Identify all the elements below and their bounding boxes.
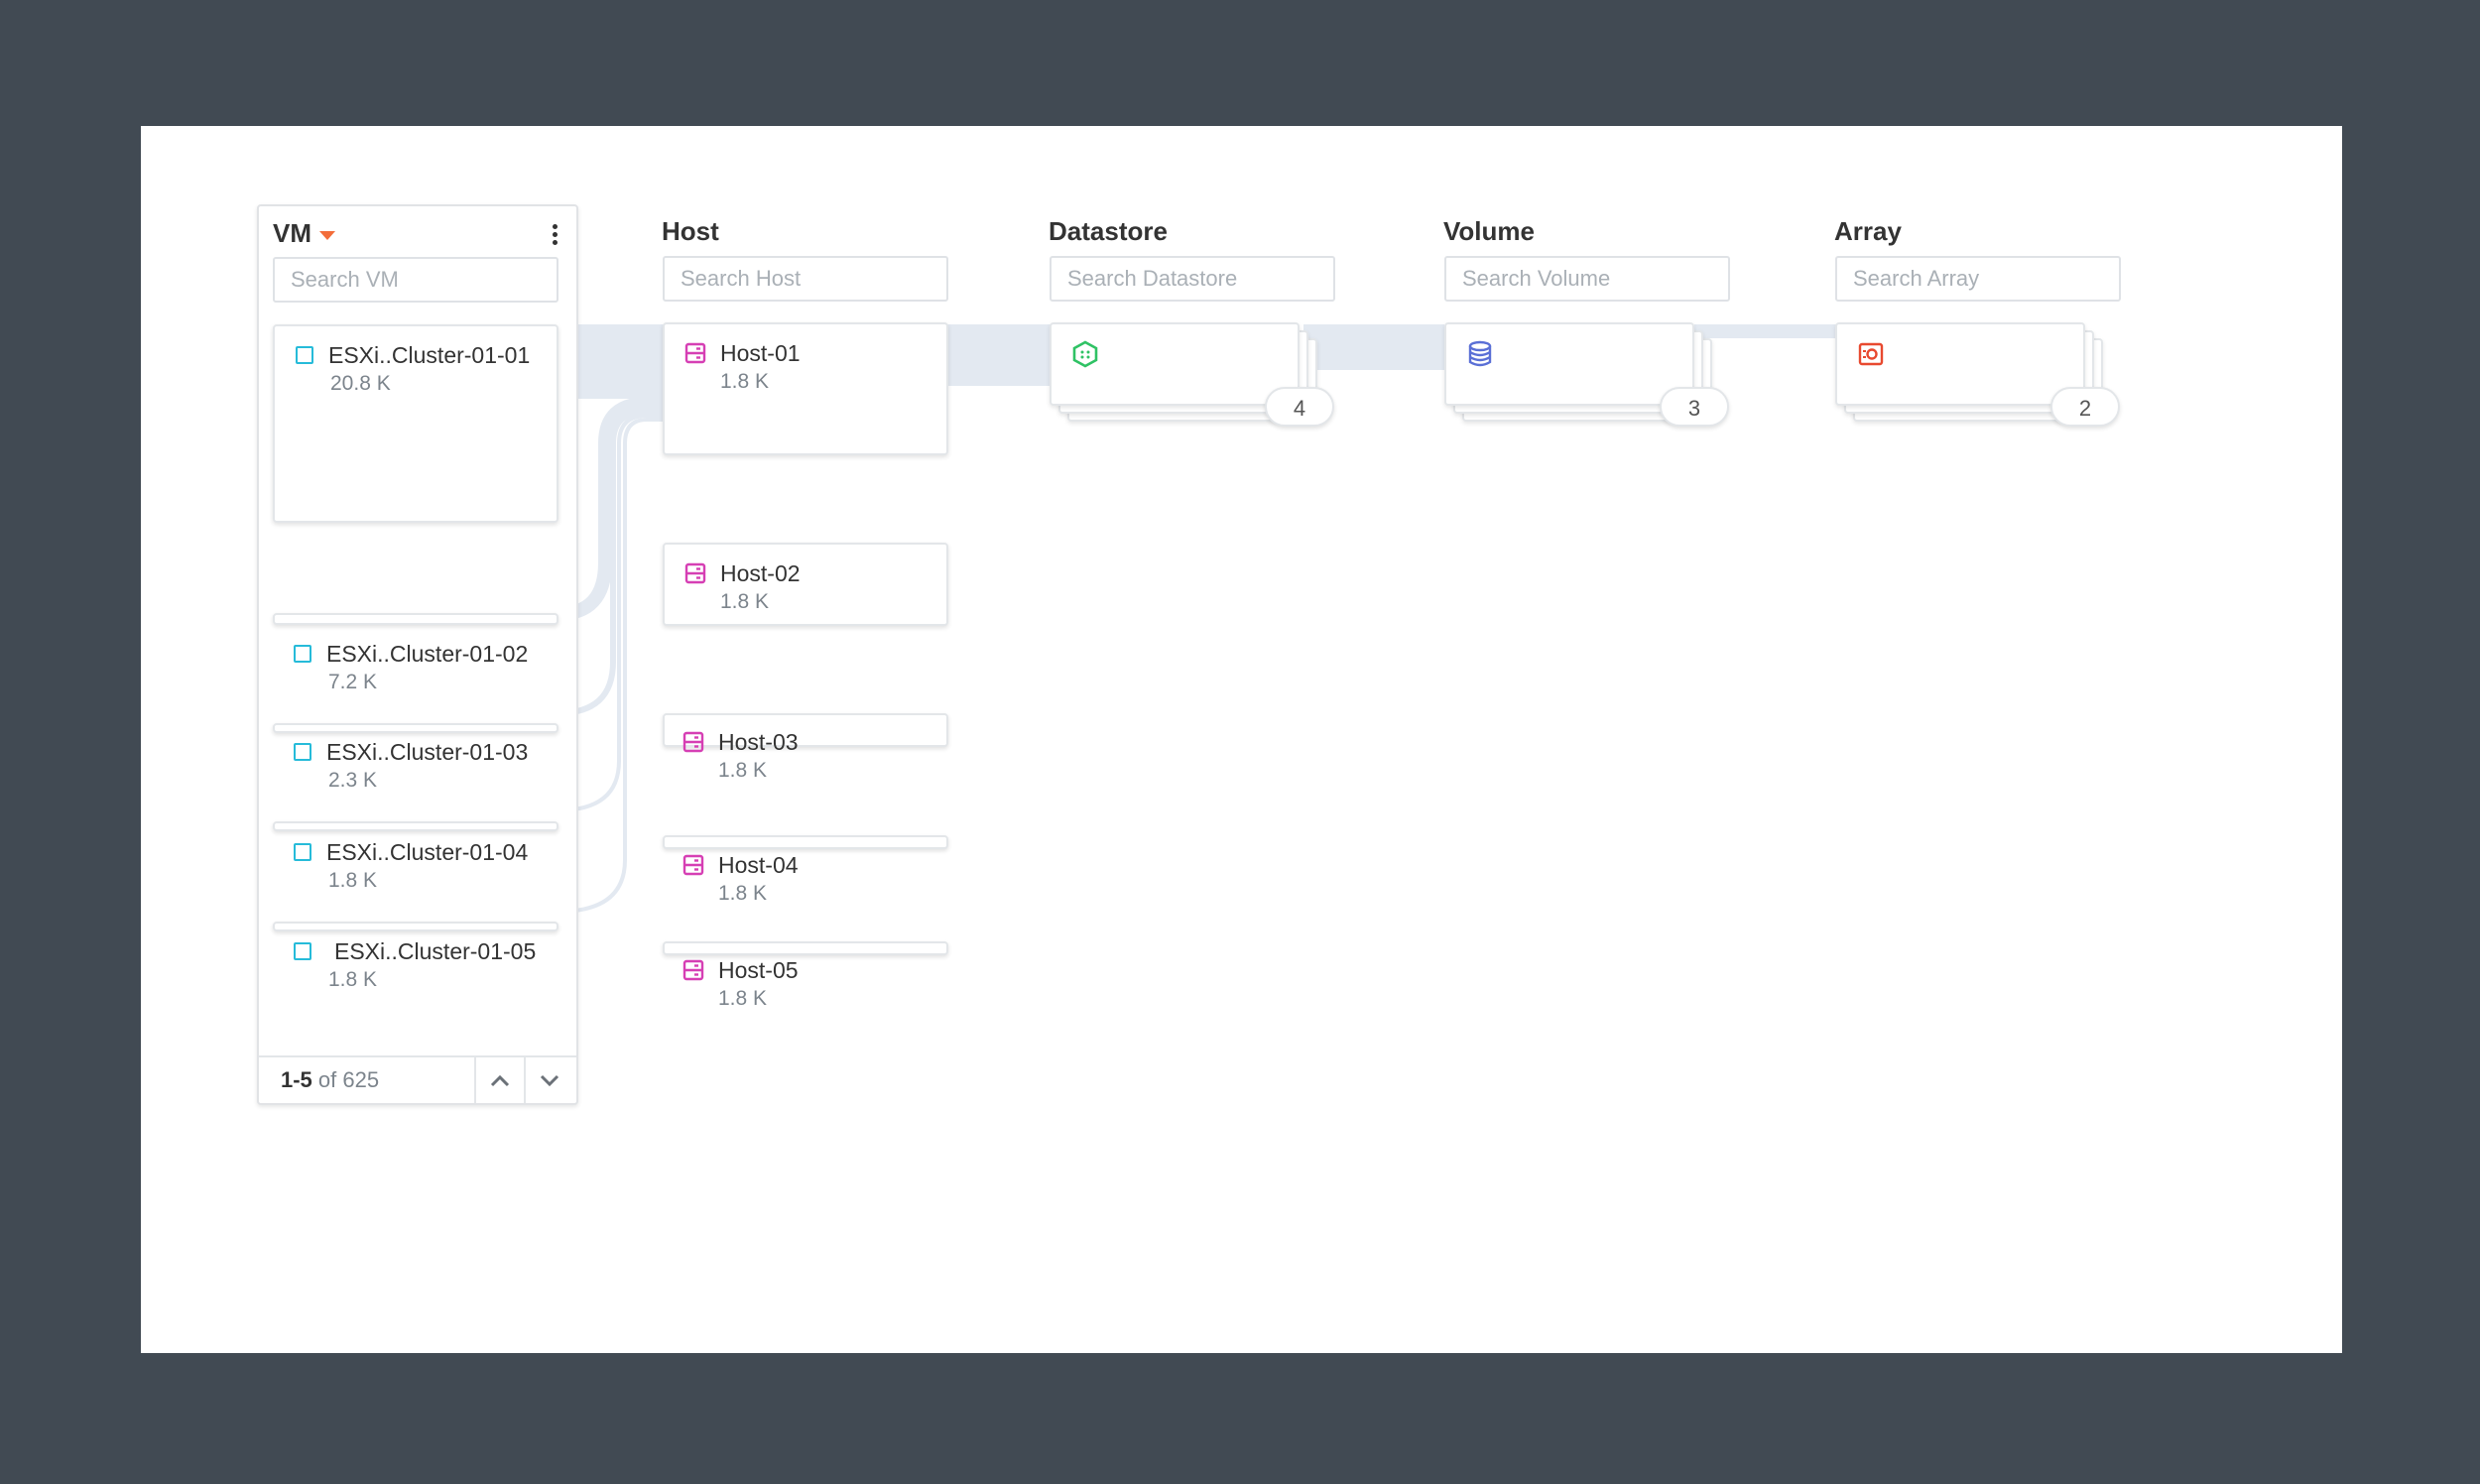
host-name: Host-02 [720,560,801,586]
datastore-column-title: Datastore [1049,216,1168,246]
vm-column: VM ESXi..Cluster-01-01 20.8 K ESXi..Clus… [257,204,578,1105]
array-column-title: Array [1834,216,1902,246]
vm-row-04[interactable]: ESXi..Cluster-01-04 1.8 K [273,823,558,903]
host-value: 1.8 K [720,370,770,393]
server-icon [684,562,706,584]
vm-checkbox-icon[interactable] [294,843,311,861]
vm-row-03[interactable]: ESXi..Cluster-01-03 2.3 K [273,723,558,803]
host-column-title: Host [662,216,719,246]
search-vm-input[interactable] [273,257,558,303]
vm-checkbox-icon[interactable] [296,346,313,364]
vm-value: 1.8 K [328,968,378,991]
datastore-count-badge[interactable]: 4 [1265,387,1334,427]
vm-checkbox-icon[interactable] [294,743,311,761]
server-icon [682,959,704,981]
search-volume-input[interactable] [1444,256,1730,302]
datastore-stack-card[interactable] [1050,322,1300,406]
vm-card-01[interactable]: ESXi..Cluster-01-01 20.8 K [273,324,558,523]
host-name: Host-05 [718,957,799,983]
database-icon [1468,340,1492,367]
volume-count-badge[interactable]: 3 [1660,387,1729,427]
host-value: 1.8 K [718,759,768,782]
vm-value: 1.8 K [328,869,378,892]
hexagon-icon [1072,340,1098,368]
server-icon [684,342,706,364]
volume-stack-card[interactable] [1444,322,1694,406]
pager-range: 1-5 of 625 [281,1067,380,1092]
chevron-down-icon [540,1074,559,1087]
host-card-02[interactable]: Host-02 1.8 K [663,543,948,626]
host-name: Host-03 [718,729,799,755]
vm-row-05[interactable]: ESXi..Cluster-01-05 1.8 K [273,923,558,1002]
vm-name: ESXi..Cluster-01-04 [326,839,529,865]
host-row-03[interactable]: Host-03 1.8 K [663,713,948,793]
vm-name: ESXi..Cluster-01-01 [328,342,531,368]
host-value: 1.8 K [720,590,770,613]
host-value: 1.8 K [718,987,768,1010]
search-host-input[interactable] [663,256,948,302]
array-stack-card[interactable] [1835,322,2085,406]
server-icon [682,854,704,876]
page-up-button[interactable] [474,1057,524,1103]
vm-name: ESXi..Cluster-01-02 [326,641,529,667]
vm-value: 20.8 K [330,372,391,395]
array-count-badge[interactable]: 2 [2050,387,2120,427]
more-options-icon[interactable] [553,224,558,248]
vm-checkbox-icon[interactable] [294,942,311,960]
vm-name: ESXi..Cluster-01-03 [326,739,529,765]
vm-value: 2.3 K [328,769,378,792]
vm-name: ESXi..Cluster-01-05 [334,938,537,964]
storage-array-icon [1858,342,1884,366]
vm-column-title[interactable]: VM [273,218,335,249]
host-name: Host-04 [718,852,799,878]
host-name: Host-01 [720,340,801,366]
flow-volume-array [1694,324,1839,338]
vm-checkbox-icon[interactable] [294,645,311,663]
search-datastore-input[interactable] [1050,256,1335,302]
volume-column-title: Volume [1443,216,1535,246]
chevron-up-icon [490,1074,510,1087]
vm-card-02-edge [273,613,558,625]
topology-panel: VM ESXi..Cluster-01-01 20.8 K ESXi..Clus… [141,126,2342,1353]
host-row-05[interactable]: Host-05 1.8 K [663,941,948,1021]
page-down-button[interactable] [524,1057,573,1103]
flow-datastore-volume [1303,324,1444,370]
vm-row-02[interactable]: ESXi..Cluster-01-02 7.2 K [273,625,558,704]
host-card-01[interactable]: Host-01 1.8 K [663,322,948,455]
search-array-input[interactable] [1835,256,2121,302]
flow-host01-datastore [944,324,1052,386]
vm-value: 7.2 K [328,671,378,693]
host-row-04[interactable]: Host-04 1.8 K [663,836,948,916]
vm-pager: 1-5 of 625 [259,1055,576,1103]
caret-down-icon [319,230,335,240]
host-value: 1.8 K [718,882,768,905]
server-icon [682,731,704,753]
